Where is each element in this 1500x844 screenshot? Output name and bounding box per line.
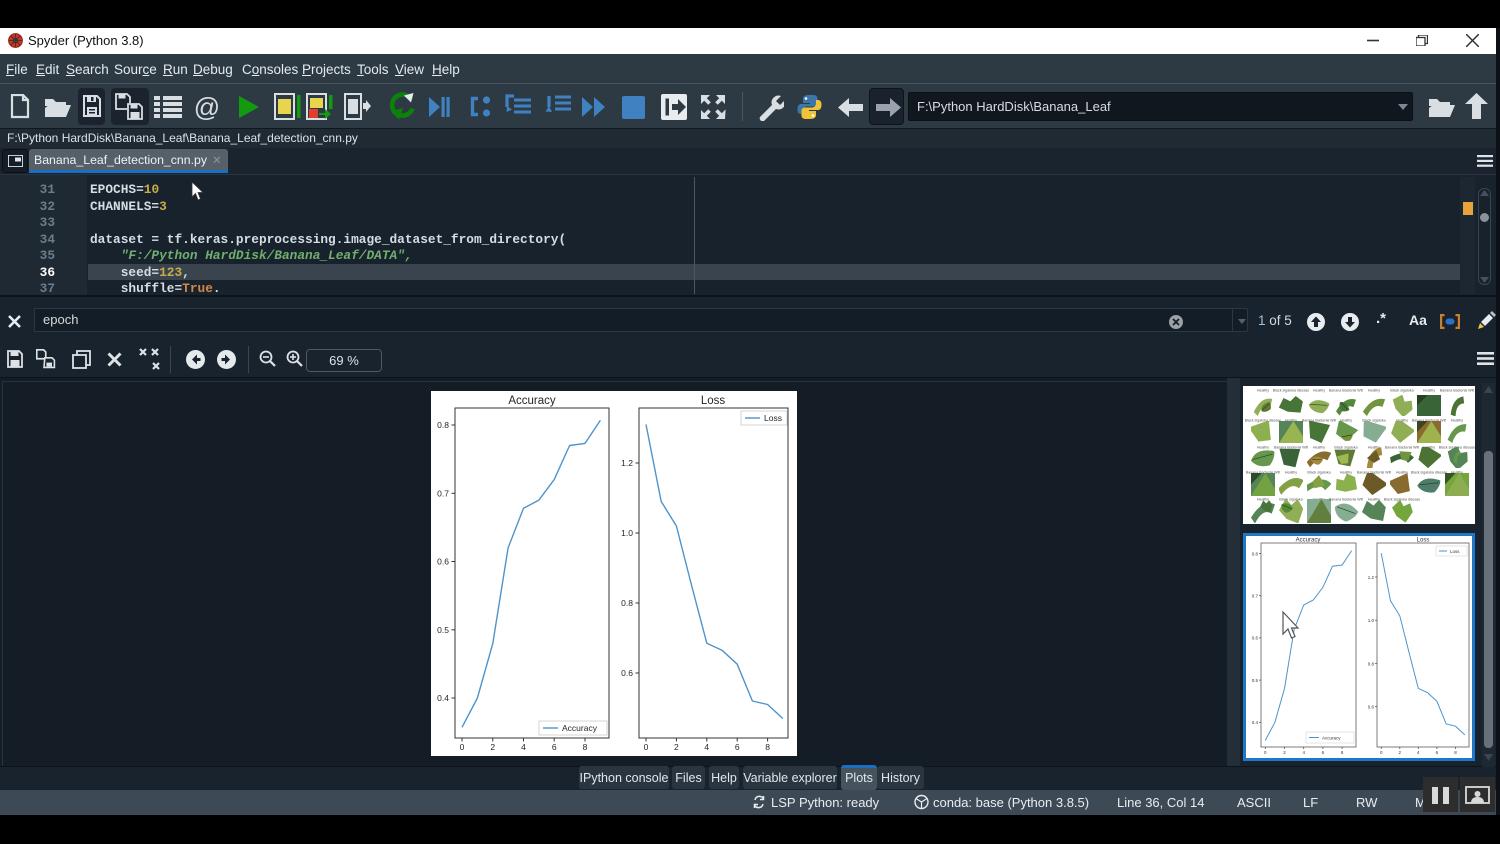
svg-text:Banana Bacterial Wilt: Banana Bacterial Wilt xyxy=(1302,419,1336,423)
svg-text:Loss: Loss xyxy=(764,413,782,423)
svg-text:Accuracy: Accuracy xyxy=(508,395,556,407)
svg-text:2: 2 xyxy=(490,742,495,752)
svg-text:Loss: Loss xyxy=(701,395,726,407)
svg-text:Black sigatoka disease: Black sigatoka disease xyxy=(1245,419,1282,423)
svg-text:Banana Bacterial Wilt: Banana Bacterial Wilt xyxy=(1329,389,1363,393)
svg-text:0.5: 0.5 xyxy=(437,625,449,635)
svg-text:Black sigatoka disease: Black sigatoka disease xyxy=(1411,471,1448,475)
svg-text:0: 0 xyxy=(644,742,649,752)
svg-text:Loss: Loss xyxy=(1417,538,1430,544)
svg-text:0: 0 xyxy=(460,742,465,752)
svg-text:Black sigatoka: Black sigatoka xyxy=(1307,471,1330,475)
svg-text:1.0: 1.0 xyxy=(621,528,633,538)
svg-text:Banana Bacterial Wilt: Banana Bacterial Wilt xyxy=(1357,471,1391,475)
svg-text:0.7: 0.7 xyxy=(1252,594,1259,599)
svg-text:Accuracy: Accuracy xyxy=(1322,736,1341,741)
svg-text:4: 4 xyxy=(521,742,526,752)
svg-text:0.8: 0.8 xyxy=(437,420,449,430)
svg-text:0.4: 0.4 xyxy=(1252,720,1259,725)
svg-text:Accuracy: Accuracy xyxy=(562,723,598,733)
svg-text:4: 4 xyxy=(704,742,709,752)
svg-text:Black sigatoka disease: Black sigatoka disease xyxy=(1273,389,1310,393)
svg-text:1.2: 1.2 xyxy=(621,458,633,468)
svg-text:8: 8 xyxy=(583,742,588,752)
svg-text:Healthy: Healthy xyxy=(1257,446,1269,450)
svg-text:Banana Bacterial Wilt: Banana Bacterial Wilt xyxy=(1440,389,1474,393)
svg-text:1.0: 1.0 xyxy=(1368,618,1375,623)
svg-text:Loss: Loss xyxy=(1450,549,1460,554)
svg-text:Accuracy: Accuracy xyxy=(1296,538,1321,544)
svg-text:Healthy: Healthy xyxy=(1340,471,1352,475)
svg-text:Banana Bacterial Wilt: Banana Bacterial Wilt xyxy=(1385,446,1419,450)
svg-text:8: 8 xyxy=(765,742,770,752)
svg-text:Black sigatoka: Black sigatoka xyxy=(1279,498,1302,502)
svg-text:Healthy: Healthy xyxy=(1313,446,1325,450)
svg-text:0.5: 0.5 xyxy=(1252,678,1259,683)
svg-text:0.6: 0.6 xyxy=(1252,636,1259,641)
svg-text:Black sigatoka: Black sigatoka xyxy=(1390,389,1413,393)
svg-text:0.8: 0.8 xyxy=(1252,551,1259,556)
svg-text:Banana Bacterial Wilt: Banana Bacterial Wilt xyxy=(1329,498,1363,502)
svg-text:6: 6 xyxy=(552,742,557,752)
svg-text:Healthy: Healthy xyxy=(1451,419,1463,423)
svg-text:Black sigatoka: Black sigatoka xyxy=(1334,446,1357,450)
svg-text:6: 6 xyxy=(735,742,740,752)
svg-text:Healthy: Healthy xyxy=(1313,389,1325,393)
svg-text:0.8: 0.8 xyxy=(1368,661,1375,666)
svg-text:Healthy: Healthy xyxy=(1285,471,1297,475)
svg-text:0.6: 0.6 xyxy=(437,557,449,567)
svg-text:Black sigatoka disease: Black sigatoka disease xyxy=(1384,498,1421,502)
svg-text:0.6: 0.6 xyxy=(621,668,633,678)
svg-text:2: 2 xyxy=(674,742,679,752)
svg-text:0.6: 0.6 xyxy=(1368,705,1375,710)
svg-text:0.4: 0.4 xyxy=(437,693,449,703)
svg-text:Healthy: Healthy xyxy=(1423,389,1435,393)
svg-text:Healthy: Healthy xyxy=(1257,389,1269,393)
svg-text:Healthy: Healthy xyxy=(1368,389,1380,393)
svg-text:0.7: 0.7 xyxy=(437,488,449,498)
svg-text:1.2: 1.2 xyxy=(1368,575,1375,580)
svg-text:0.8: 0.8 xyxy=(621,598,633,608)
